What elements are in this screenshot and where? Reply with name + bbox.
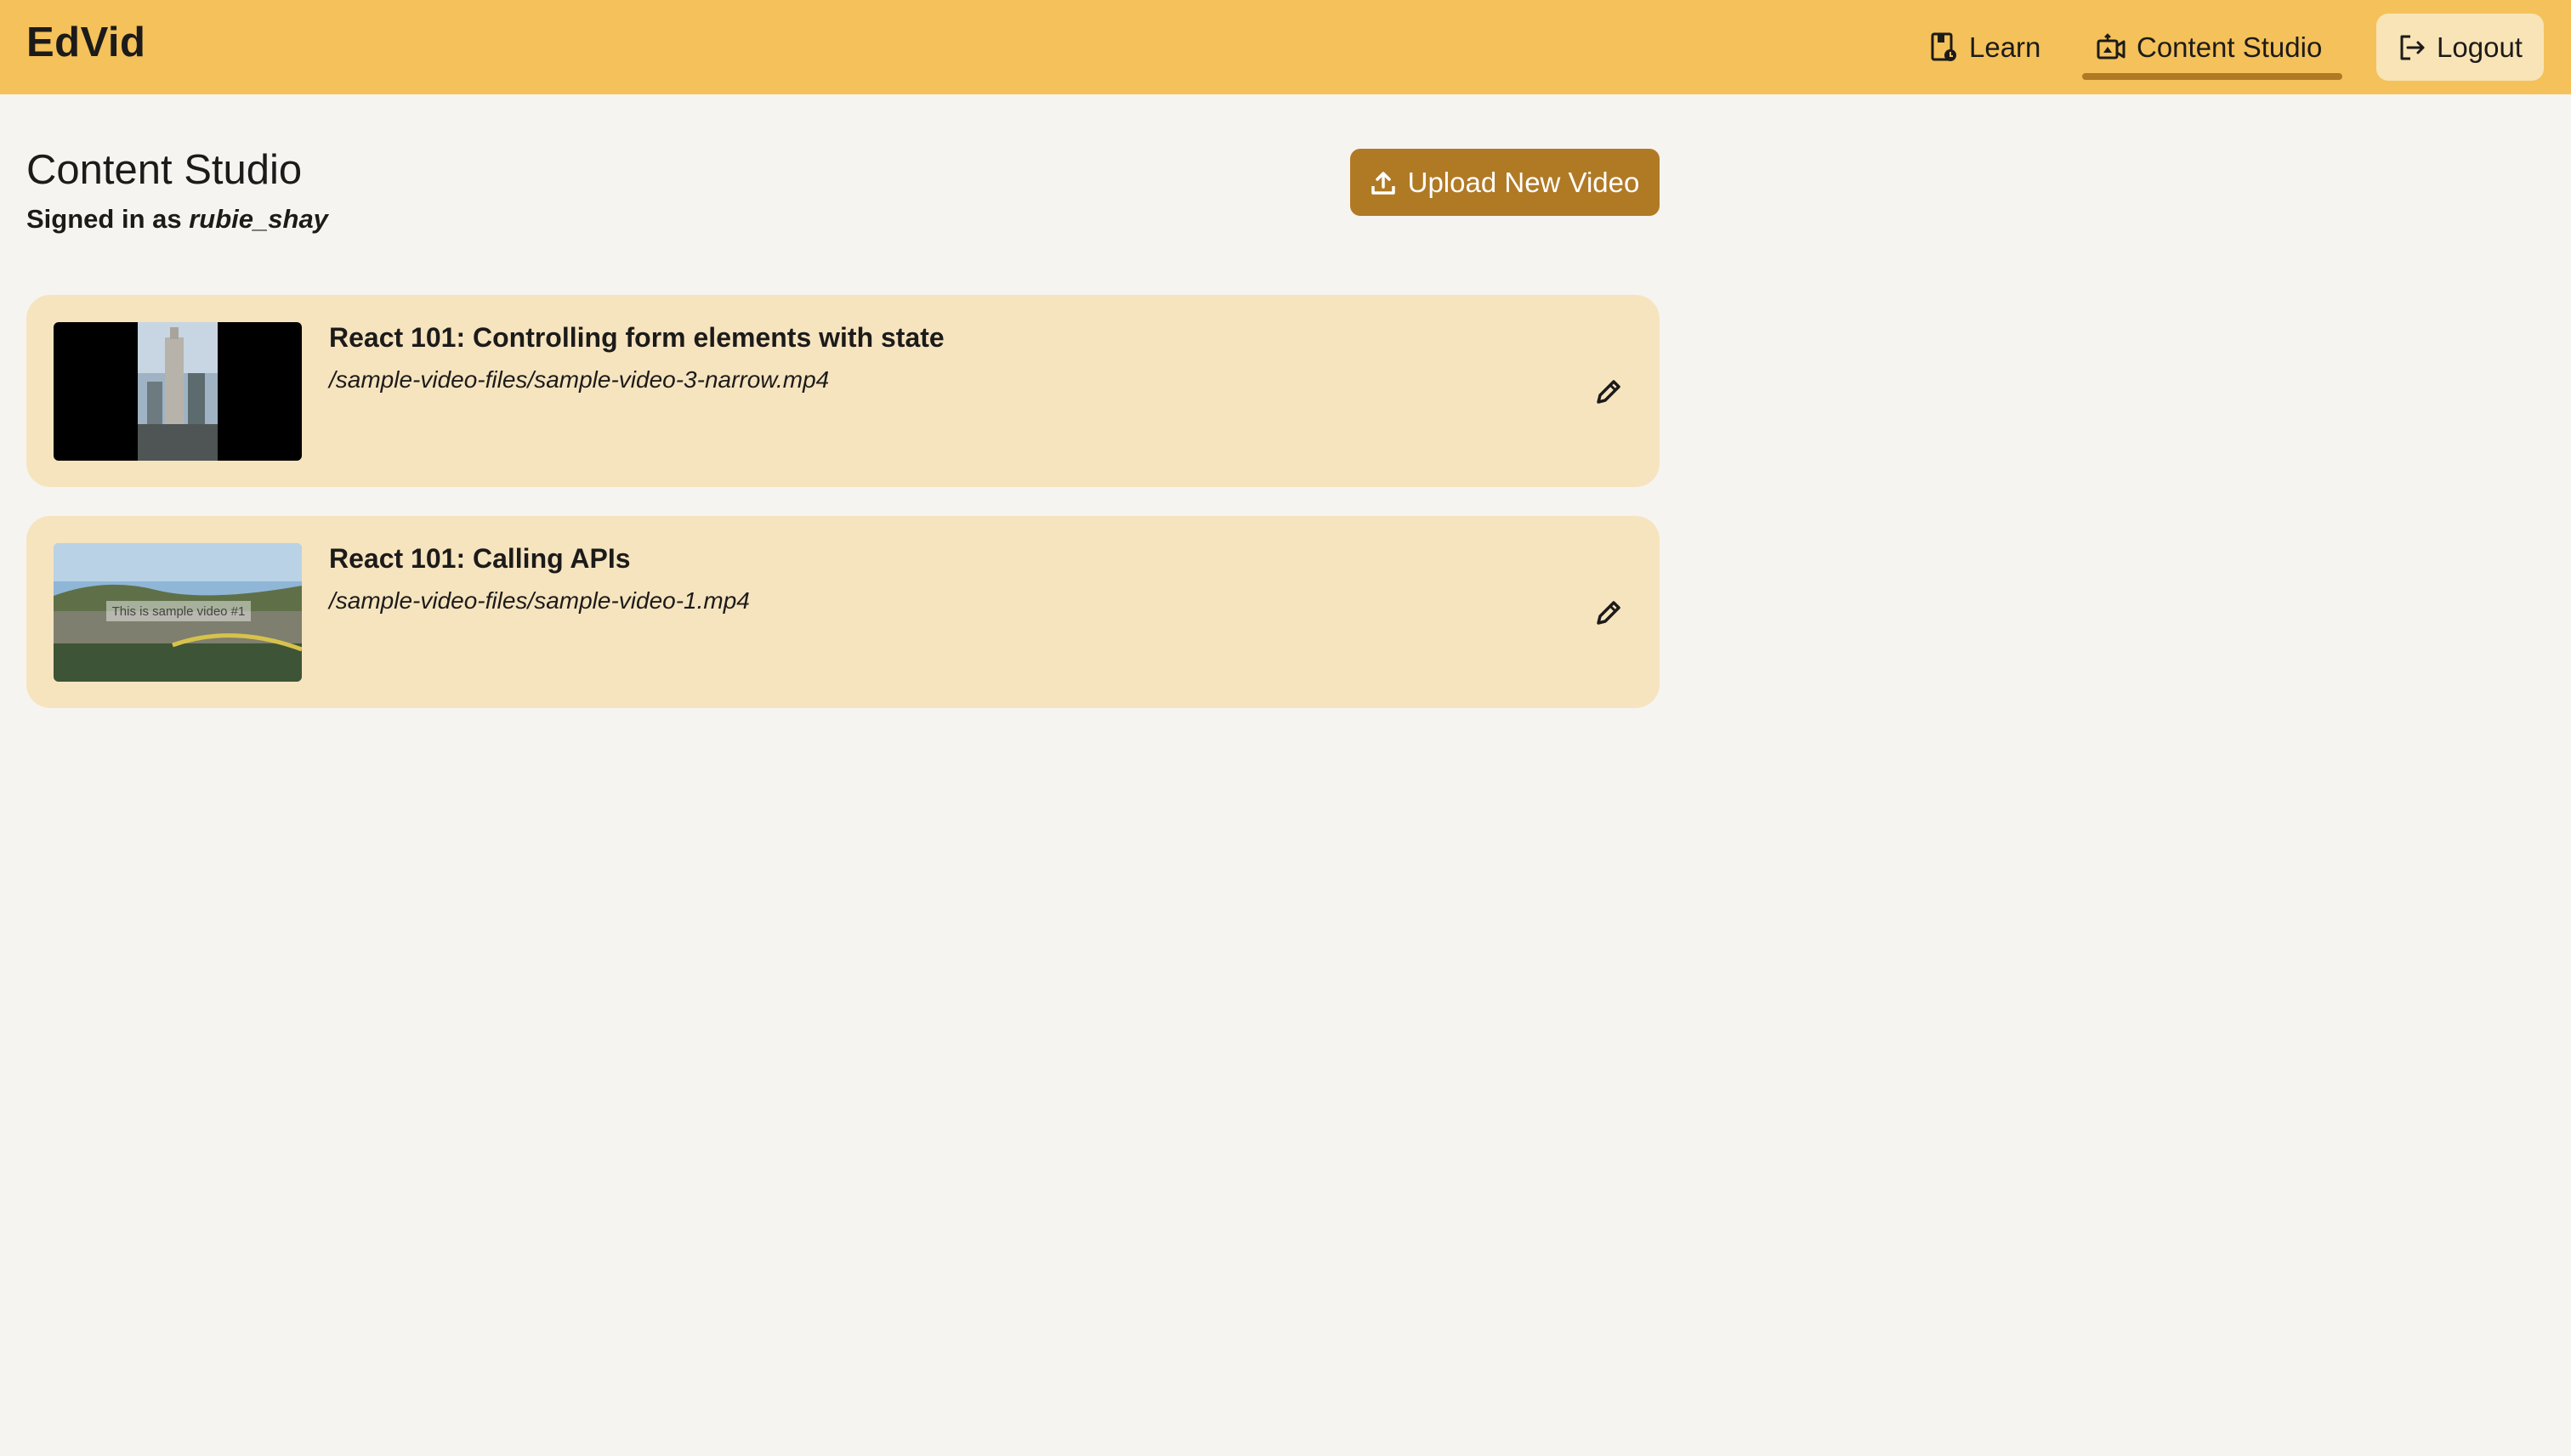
logout-label: Logout <box>2437 31 2523 63</box>
active-tab-indicator <box>2082 73 2342 80</box>
page-title: Content Studio <box>26 147 303 193</box>
video-path: /sample-video-files/sample-video-1.mp4 <box>329 587 750 614</box>
pencil-icon <box>1593 377 1624 407</box>
edit-video-button[interactable] <box>1593 377 1624 407</box>
upload-new-video-button[interactable]: Upload New Video <box>1350 149 1660 216</box>
top-navbar: EdVid Learn Content Studio Logout <box>0 0 2571 94</box>
video-thumbnail[interactable]: This is sample video #1 <box>54 543 302 682</box>
video-card[interactable]: React 101: Controlling form elements wit… <box>26 295 1660 487</box>
nav-learn-label: Learn <box>1969 31 2041 63</box>
book-icon <box>1930 32 1959 63</box>
upload-icon <box>1371 170 1396 195</box>
nav-content-studio[interactable]: Content Studio <box>2096 0 2322 94</box>
logout-button[interactable]: Logout <box>2376 14 2544 81</box>
video-title: React 101: Calling APIs <box>329 543 631 574</box>
edit-video-button[interactable] <box>1593 598 1624 628</box>
nav-content-studio-label: Content Studio <box>2137 31 2323 63</box>
video-path: /sample-video-files/sample-video-3-narro… <box>329 366 830 393</box>
video-title: React 101: Controlling form elements wit… <box>329 322 945 353</box>
nav-learn[interactable]: Learn <box>1930 0 2040 94</box>
video-card[interactable]: This is sample video #1 React 101: Calli… <box>26 516 1660 708</box>
brand-logo[interactable]: EdVid <box>26 19 145 66</box>
video-camera-icon <box>2096 32 2126 62</box>
pencil-icon <box>1593 598 1624 628</box>
logout-icon <box>2398 33 2426 62</box>
signed-in-text: Signed in as rubie_shay <box>26 204 328 235</box>
video-thumbnail[interactable] <box>54 322 302 461</box>
thumbnail-caption: This is sample video #1 <box>112 604 246 619</box>
signed-in-prefix: Signed in as <box>26 204 182 234</box>
upload-label: Upload New Video <box>1407 166 1640 198</box>
username: rubie_shay <box>189 204 328 234</box>
